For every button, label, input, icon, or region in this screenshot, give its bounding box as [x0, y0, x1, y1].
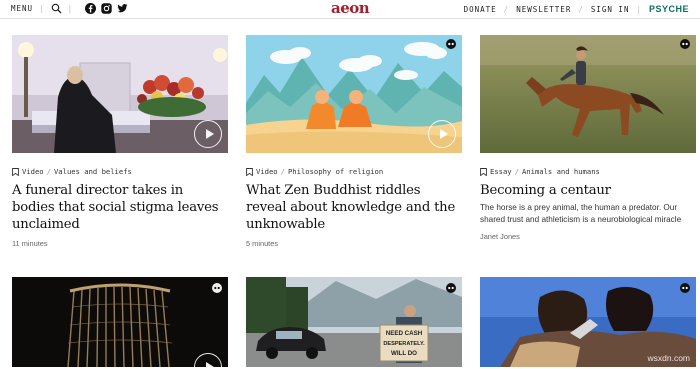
category-label[interactable]: Animals and humans	[522, 167, 600, 176]
card-meta: Video / Values and beliefs	[12, 167, 228, 176]
essay-thumbnail-centaur[interactable]	[480, 35, 696, 153]
category-label[interactable]: Values and beliefs	[54, 167, 132, 176]
twitter-icon[interactable]	[117, 3, 128, 14]
social-links	[85, 3, 128, 14]
content-type-label[interactable]: Essay	[490, 167, 512, 176]
newsletter-link[interactable]: NEWSLETTER	[516, 5, 571, 14]
chat-bubble-icon	[211, 281, 223, 293]
meta-separator: /	[280, 167, 285, 176]
sign-line-1: NEED CASH	[386, 330, 423, 337]
search-icon[interactable]	[51, 3, 62, 14]
article-thumbnail-woven-artifact[interactable]	[12, 277, 228, 367]
meta-separator: /	[514, 167, 519, 176]
card-meta: Essay / Animals and humans	[480, 167, 696, 176]
chat-bubble-icon	[679, 39, 691, 50]
aeon-logo[interactable]: aeon	[331, 0, 370, 17]
bookmark-icon[interactable]	[480, 167, 487, 176]
nav-divider: /	[578, 4, 584, 14]
card-meta: Video / Philosophy of religion	[246, 167, 462, 176]
video-thumbnail-funeral[interactable]	[12, 35, 228, 153]
nav-divider: |	[67, 4, 74, 13]
nav-divider: /	[503, 4, 510, 14]
video-thumbnail-zen[interactable]	[246, 35, 462, 153]
facebook-icon[interactable]	[85, 3, 97, 14]
article-title[interactable]: What Zen Buddhist riddles reveal about k…	[246, 182, 462, 233]
content-type-label[interactable]: Video	[22, 167, 44, 176]
article-card-centaur[interactable]: Essay / Animals and humans Becoming a ce…	[480, 35, 696, 241]
nav-divider: |	[636, 4, 642, 14]
meta-separator: /	[46, 167, 51, 176]
video-length: 5 minutes	[246, 239, 279, 248]
donate-link[interactable]: DONATE	[464, 5, 497, 14]
top-navigation-bar: MENU | | aeon DONATE / NEWSLETTER / SIGN…	[0, 0, 700, 19]
menu-button[interactable]: MENU	[11, 4, 33, 13]
chat-bubble-icon	[445, 281, 457, 293]
article-card-zen-riddles[interactable]: Video / Philosophy of religion What Zen …	[246, 35, 462, 248]
bookmark-icon[interactable]	[246, 167, 253, 176]
nav-left-group: MENU | |	[11, 3, 128, 14]
article-title[interactable]: A funeral director takes in bodies that …	[12, 182, 228, 233]
instagram-icon[interactable]	[101, 3, 112, 14]
nav-divider: |	[39, 4, 45, 13]
sign-in-link[interactable]: SIGN IN	[591, 5, 630, 14]
watermark-text: wsxdn.com	[647, 353, 690, 363]
play-icon[interactable]	[428, 120, 456, 148]
video-length: 11 minutes	[12, 239, 48, 248]
psyche-link[interactable]: PSYCHE	[649, 4, 689, 14]
play-icon[interactable]	[194, 120, 222, 148]
article-card-funeral-director[interactable]: Video / Values and beliefs A funeral dir…	[12, 35, 228, 248]
article-thumbnail-embrace[interactable]: wsxdn.com	[480, 277, 696, 367]
author-name[interactable]: Janet Jones	[480, 232, 696, 241]
article-title[interactable]: Becoming a centaur	[480, 182, 696, 199]
content-type-label[interactable]: Video	[256, 167, 278, 176]
sign-line-3: WILL DO	[391, 350, 417, 357]
article-thumbnail-cash-sign[interactable]: NEED CASH DESPERATELY. WILL DO	[246, 277, 462, 367]
category-label[interactable]: Philosophy of religion	[288, 167, 383, 176]
chat-bubble-icon	[679, 281, 691, 293]
nav-right-group: DONATE / NEWSLETTER / SIGN IN | PSYCHE	[464, 4, 689, 14]
sign-line-2: DESPERATELY.	[383, 341, 425, 347]
bookmark-icon[interactable]	[12, 167, 19, 176]
chat-bubble-icon	[445, 39, 457, 50]
article-excerpt: The horse is a prey animal, the human a …	[480, 203, 682, 224]
